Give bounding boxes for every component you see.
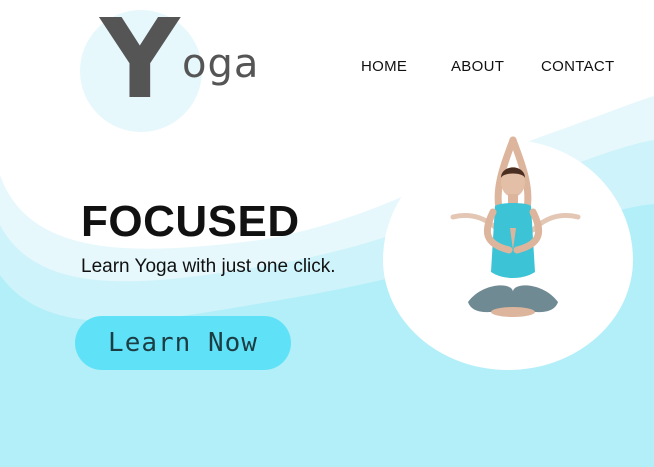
nav-contact-link[interactable]: CONTACT	[541, 58, 614, 75]
main-nav: HOME ABOUT CONTACT	[0, 58, 654, 78]
nav-about-link[interactable]: ABOUT	[451, 58, 504, 75]
learn-now-button[interactable]: Learn Now	[75, 316, 291, 370]
nav-home-link[interactable]: HOME	[361, 58, 407, 75]
hero-title: FOCUSED	[81, 197, 300, 246]
yoga-figure-illustration	[450, 136, 581, 317]
landing-page: Y oga HOME ABOUT CONTACT FOCUSED Learn Y…	[0, 0, 654, 467]
hero-photo	[383, 136, 633, 370]
hero-subtitle: Learn Yoga with just one click.	[81, 256, 336, 277]
